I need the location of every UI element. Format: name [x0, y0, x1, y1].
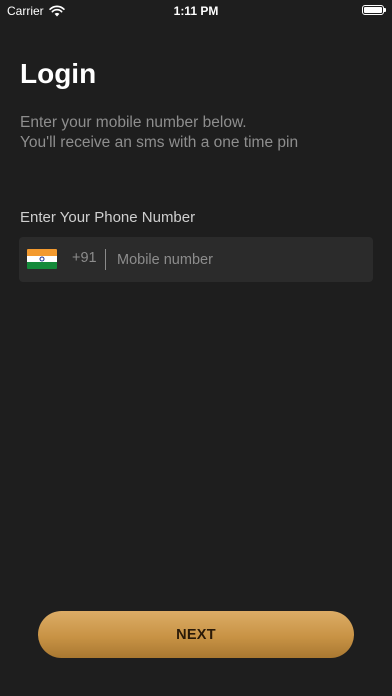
phone-number-label: Enter Your Phone Number	[20, 209, 196, 226]
instructions-line-1: Enter your mobile number below.	[20, 114, 247, 131]
battery-icon	[362, 5, 386, 15]
chakra-icon	[39, 256, 45, 262]
flag-green-band	[27, 262, 57, 269]
flag-saffron-band	[27, 249, 57, 256]
country-code[interactable]: +91	[72, 250, 97, 266]
instructions-line-2: You'll receive an sms with a one time pi…	[20, 134, 299, 151]
status-time: 1:11 PM	[173, 4, 219, 18]
india-flag-icon[interactable]	[27, 249, 57, 269]
login-instructions: Enter your mobile number below. You'll r…	[20, 113, 298, 153]
next-button[interactable]: NEXT	[38, 611, 354, 658]
field-divider	[105, 249, 106, 270]
battery-level	[364, 7, 382, 13]
status-bar: Carrier 1:11 PM	[0, 0, 392, 22]
phone-number-field: +91	[19, 237, 373, 282]
flag-white-band	[27, 255, 57, 263]
page-title: Login	[20, 58, 97, 89]
mobile-number-input[interactable]	[117, 243, 365, 276]
